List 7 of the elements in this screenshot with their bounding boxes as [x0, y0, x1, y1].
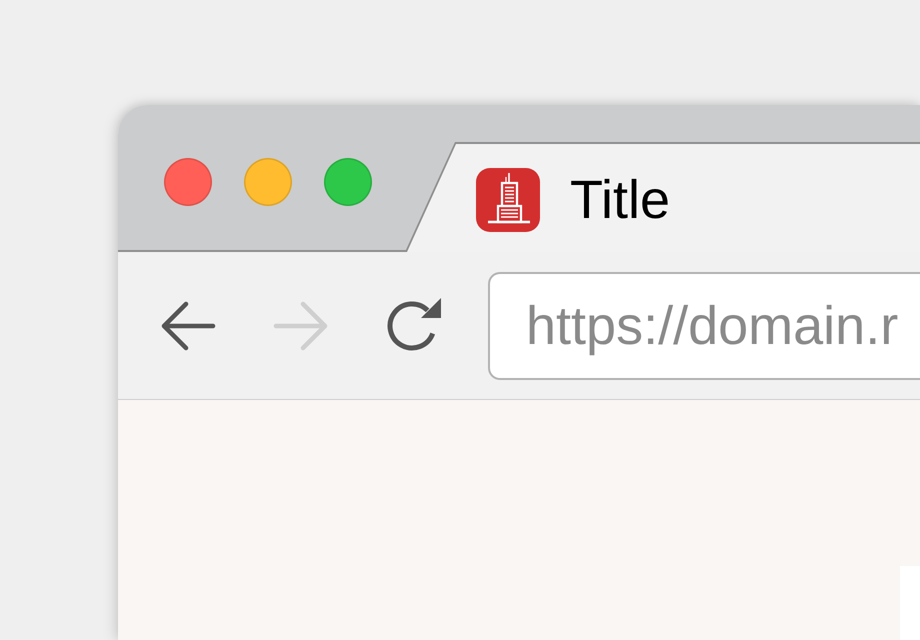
back-arrow-icon[interactable] — [160, 300, 216, 352]
zoom-button[interactable] — [324, 158, 372, 206]
minimize-button[interactable] — [244, 158, 292, 206]
browser-tab[interactable]: Title — [405, 142, 920, 252]
building-icon — [476, 168, 540, 232]
reload-icon[interactable] — [386, 298, 442, 353]
close-button[interactable] — [164, 158, 212, 206]
